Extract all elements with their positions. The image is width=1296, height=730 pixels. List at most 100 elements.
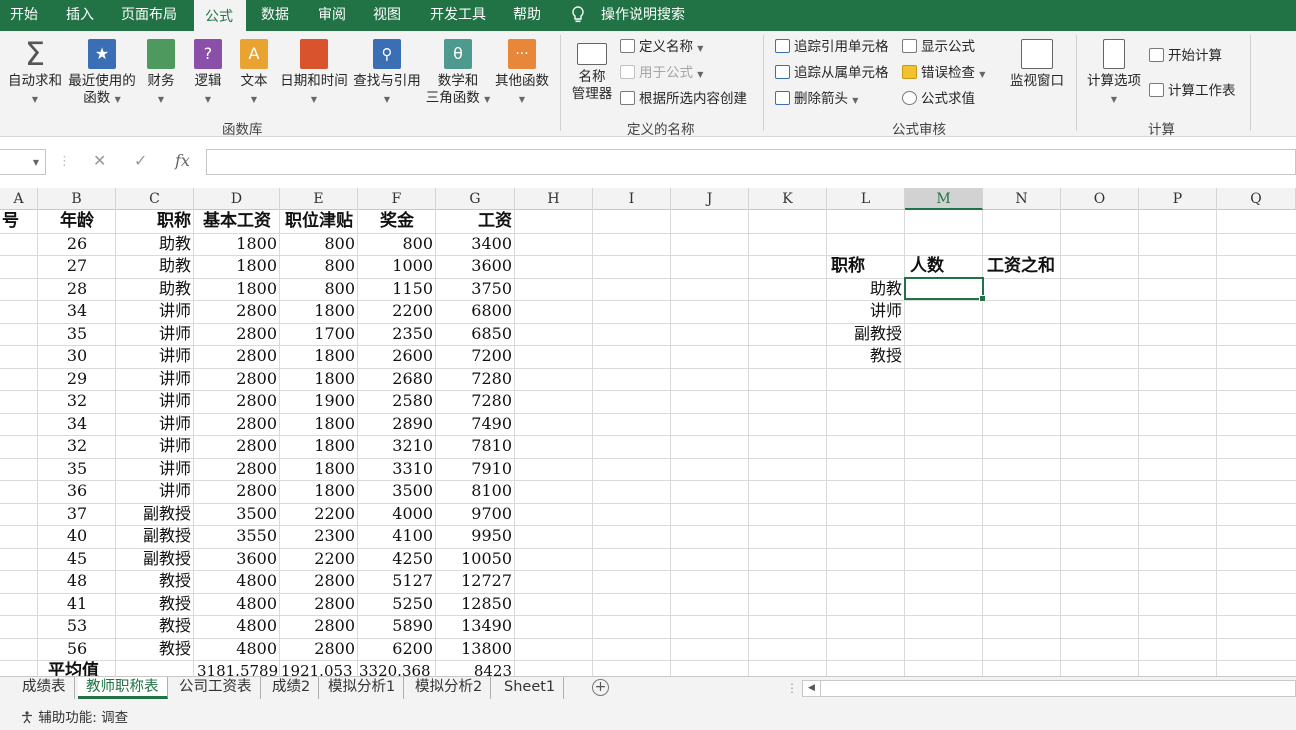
name-manager-button[interactable]: 名称 管理器 xyxy=(568,43,616,103)
error-checking-button[interactable]: 错误检查 ▼ xyxy=(902,65,985,83)
cell-salary[interactable]: 6850 xyxy=(436,323,515,345)
cell-salary[interactable]: 13490 xyxy=(436,615,515,637)
cell-age[interactable]: 37 xyxy=(38,503,116,525)
cell-salary[interactable]: 7280 xyxy=(436,390,515,412)
math-trig-button[interactable]: θ 数学和 三角函数 ▼ xyxy=(425,39,491,108)
cell-title[interactable]: 讲师 xyxy=(116,413,194,435)
cell-age[interactable]: 36 xyxy=(38,480,116,502)
cell-title[interactable]: 讲师 xyxy=(116,435,194,457)
cell-base-salary[interactable]: 2800 xyxy=(194,390,280,412)
cell-salary[interactable]: 7910 xyxy=(436,458,515,480)
column-header-k[interactable]: K xyxy=(749,188,827,210)
cell-title[interactable]: 讲师 xyxy=(116,390,194,412)
cell-title[interactable]: 助教 xyxy=(116,255,194,277)
cell-title[interactable]: 讲师 xyxy=(116,300,194,322)
cell-age[interactable]: 56 xyxy=(38,638,116,660)
cell-bonus[interactable]: 4250 xyxy=(358,548,436,570)
horizontal-scrollbar[interactable]: ◀ xyxy=(802,680,1296,697)
cell-allowance[interactable]: 2800 xyxy=(280,593,358,615)
average-allowance[interactable]: 1921.053 xyxy=(280,660,358,676)
cell-base-salary[interactable]: 2800 xyxy=(194,300,280,322)
cell-base-salary[interactable]: 2800 xyxy=(194,480,280,502)
column-header-g[interactable]: G xyxy=(436,188,515,210)
average-base-salary[interactable]: 3181.5789 xyxy=(194,660,280,676)
cell-age[interactable]: 35 xyxy=(38,458,116,480)
cell-salary[interactable]: 12727 xyxy=(436,570,515,592)
cell-title[interactable]: 副教授 xyxy=(116,503,194,525)
cell-title[interactable]: 副教授 xyxy=(116,548,194,570)
cell-salary[interactable]: 9950 xyxy=(436,525,515,547)
cell-allowance[interactable]: 1800 xyxy=(280,458,358,480)
cell-allowance[interactable]: 2300 xyxy=(280,525,358,547)
create-from-selection-button[interactable]: 根据所选内容创建 xyxy=(620,91,747,108)
cell-allowance[interactable]: 2800 xyxy=(280,570,358,592)
cell-allowance[interactable]: 800 xyxy=(280,233,358,255)
lookup-button[interactable]: ⚲ 查找与引用 ▼ xyxy=(352,39,422,108)
cell-bonus[interactable]: 4100 xyxy=(358,525,436,547)
add-sheet-icon[interactable]: + xyxy=(592,679,609,696)
cell-salary[interactable]: 7200 xyxy=(436,345,515,367)
tell-me-search[interactable]: 操作说明搜索 xyxy=(601,6,685,24)
cell-age[interactable]: 29 xyxy=(38,368,116,390)
cell-bonus[interactable]: 2350 xyxy=(358,323,436,345)
cell-base-salary[interactable]: 1800 xyxy=(194,278,280,300)
cell-base-salary[interactable]: 3500 xyxy=(194,503,280,525)
cell-base-salary[interactable]: 4800 xyxy=(194,593,280,615)
cell-allowance[interactable]: 1800 xyxy=(280,345,358,367)
cell-bonus[interactable]: 5890 xyxy=(358,615,436,637)
summary-header-salary-sum[interactable]: 工资之和 xyxy=(983,255,1061,277)
cell-age[interactable]: 34 xyxy=(38,300,116,322)
cell-bonus[interactable]: 6200 xyxy=(358,638,436,660)
cell-bonus[interactable]: 1150 xyxy=(358,278,436,300)
menu-insert[interactable]: 插入 xyxy=(66,6,94,24)
insert-function-icon[interactable]: fx xyxy=(175,151,190,170)
menu-view[interactable]: 视图 xyxy=(373,6,401,24)
worksheet-grid[interactable]: 号年龄 职称 基本工资 职位津贴 奖金 工资 26 助教 1800 800 800 3400 27 助教 1… xyxy=(0,210,1296,676)
cell-title[interactable]: 教授 xyxy=(116,615,194,637)
cell-allowance[interactable]: 2200 xyxy=(280,503,358,525)
column-header-i[interactable]: I xyxy=(593,188,671,210)
summary-title-cell[interactable]: 助教 xyxy=(827,278,905,300)
scroll-left-icon[interactable]: ◀ xyxy=(803,681,821,696)
column-header-d[interactable]: D xyxy=(194,188,280,210)
cell-title[interactable]: 助教 xyxy=(116,233,194,255)
cell-base-salary[interactable]: 2800 xyxy=(194,368,280,390)
menu-data[interactable]: 数据 xyxy=(261,6,289,24)
recent-functions-button[interactable]: ★ 最近使用的 函数 ▼ xyxy=(67,39,137,108)
cell-bonus[interactable]: 2600 xyxy=(358,345,436,367)
cell-age[interactable]: 27 xyxy=(38,255,116,277)
summary-title-cell[interactable]: 教授 xyxy=(827,345,905,367)
summary-header-title[interactable]: 职称 xyxy=(827,255,905,277)
column-header-e[interactable]: E xyxy=(280,188,358,210)
cell-salary[interactable]: 12850 xyxy=(436,593,515,615)
sheet-tab[interactable]: 公司工资表 xyxy=(171,677,261,699)
accessibility-status[interactable]: 辅助功能: 调查 xyxy=(20,706,128,726)
cell-bonus[interactable]: 5250 xyxy=(358,593,436,615)
column-header-n[interactable]: N xyxy=(983,188,1061,210)
cell-bonus[interactable]: 800 xyxy=(358,233,436,255)
tab-splitter-icon[interactable]: ⋮ xyxy=(786,681,798,695)
calculate-sheet-button[interactable]: 计算工作表 xyxy=(1149,83,1236,100)
header-cell-age[interactable]: 年龄 xyxy=(38,210,116,232)
summary-title-cell[interactable]: 讲师 xyxy=(827,300,905,322)
cell-salary[interactable]: 13800 xyxy=(436,638,515,660)
cell-age[interactable]: 45 xyxy=(38,548,116,570)
cell-bonus[interactable]: 3310 xyxy=(358,458,436,480)
cell-bonus[interactable]: 4000 xyxy=(358,503,436,525)
cell-allowance[interactable]: 1800 xyxy=(280,368,358,390)
more-functions-button[interactable]: ··· 其他函数 ▼ xyxy=(494,39,550,108)
sheet-tab[interactable]: Sheet1 xyxy=(496,677,565,699)
header-cell-title[interactable]: 职称 xyxy=(116,210,194,232)
column-header-c[interactable]: C xyxy=(116,188,194,210)
cell-allowance[interactable]: 2800 xyxy=(280,615,358,637)
cell-title[interactable]: 教授 xyxy=(116,570,194,592)
header-cell-base-salary[interactable]: 基本工资 xyxy=(194,210,280,232)
cell-base-salary[interactable]: 2800 xyxy=(194,323,280,345)
cell-age[interactable]: 32 xyxy=(38,390,116,412)
cell-base-salary[interactable]: 3550 xyxy=(194,525,280,547)
cell-salary[interactable]: 7810 xyxy=(436,435,515,457)
cell-age[interactable]: 28 xyxy=(38,278,116,300)
cell-title[interactable]: 讲师 xyxy=(116,345,194,367)
calculate-now-button[interactable]: 开始计算 xyxy=(1149,48,1222,65)
cell-title[interactable]: 讲师 xyxy=(116,368,194,390)
